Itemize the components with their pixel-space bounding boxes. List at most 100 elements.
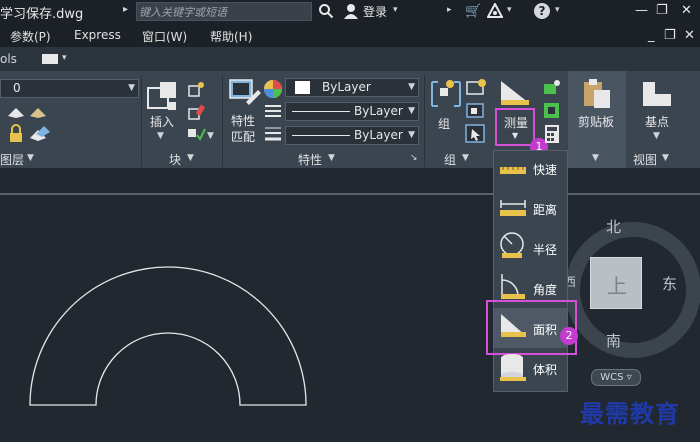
menu-item-help[interactable]: 帮助(H) [210,28,252,45]
radius-icon[interactable] [499,231,527,259]
insert-label[interactable]: 插入 [150,113,174,130]
group-panel-caret-icon[interactable]: ▼ [462,153,469,163]
id-point-icon[interactable] [542,78,562,96]
clipboard-caret-icon[interactable]: ▼ [592,153,599,163]
measure-item-area[interactable]: 面积 [533,321,557,338]
compass-east[interactable]: 东 [662,273,677,294]
measure-item-angle[interactable]: 角度 [533,281,557,298]
measure-item-quick[interactable]: 快速 [533,161,557,178]
doc-close-icon[interactable]: ✕ [684,28,695,43]
properties-launcher-icon[interactable]: ↘ [410,153,418,163]
play-arrow-icon[interactable]: ▸ [123,4,128,15]
volume-icon[interactable] [499,352,527,382]
layer-match-icon[interactable] [28,124,50,144]
distance-icon[interactable] [499,196,527,218]
measure-item-volume[interactable]: 体积 [533,361,557,378]
properties-panel-title[interactable]: 特性 [298,151,322,168]
color-wheel-icon[interactable] [263,79,283,99]
group-icon[interactable] [430,78,464,110]
lineweight-value: ByLayer [354,128,403,142]
lineweight-icon[interactable] [264,125,282,143]
edit-block-icon[interactable] [186,103,206,121]
restore-icon[interactable]: ❐ [656,3,668,18]
layer-bulb-icon[interactable] [6,104,26,120]
block-panel-caret-icon[interactable]: ▼ [187,153,194,163]
minimize-icon[interactable]: — [635,3,648,18]
search-icon[interactable] [318,3,334,19]
quick-select-icon[interactable] [542,101,562,119]
insert-caret-icon[interactable]: ▼ [157,131,164,141]
group-select-icon[interactable] [465,124,487,144]
match-properties-label[interactable]: 特性匹配 [231,113,259,145]
compass-north[interactable]: 北 [606,216,621,237]
layer-panel-title[interactable]: 图层 [0,151,24,168]
measure-caret-icon: ▼ [512,131,519,140]
lineweight-preview [292,135,350,136]
group-panel-title[interactable]: 组 [444,151,456,168]
chevron-down-icon: ▼ [408,130,415,140]
linetype-icon[interactable] [264,103,282,119]
block-panel-title[interactable]: 块 [169,151,181,168]
close-icon[interactable]: ✕ [681,3,692,18]
login-button[interactable]: 登录 [363,3,387,20]
measure-dropdown-button[interactable]: 测量 ▼ [495,108,535,146]
help-caret-icon[interactable]: ▾ [555,5,560,15]
doc-restore-icon[interactable]: ❐ [664,28,676,43]
color-dropdown[interactable]: ByLayer ▼ [285,78,419,97]
properties-panel-caret-icon[interactable]: ▼ [328,153,335,163]
paste-icon[interactable] [582,78,612,110]
doc-minimize-icon[interactable]: _ [648,28,655,43]
group-edit-icon[interactable] [465,101,487,119]
group-label[interactable]: 组 [438,115,450,132]
calculator-icon[interactable] [542,124,562,144]
layer-panel-caret-icon[interactable]: ▼ [27,153,34,163]
cart-icon[interactable]: 🛒 [465,4,481,19]
arc-shape[interactable] [0,168,490,442]
panel-separator [424,75,425,167]
layer-value: 0 [13,81,21,95]
login-caret-icon[interactable]: ▾ [393,5,398,15]
app-caret-icon[interactable]: ▾ [507,5,512,15]
quick-measure-icon[interactable] [499,155,527,177]
title-bar: 学习保存.dwg ▸ 键入关键字或短语 登录 ▾ 🛒 ▸ ▾ ? ▾ — ❐ ✕ [0,0,700,24]
viewcube-top-face[interactable]: 上 [590,257,642,309]
base-point-label[interactable]: 基点 [645,113,669,130]
tab-caret-icon[interactable]: ▾ [62,53,67,63]
menu-item-window[interactable]: 窗口(W) [142,28,187,45]
chevron-down-icon: ▼ [408,106,415,116]
cart-left-caret-icon[interactable]: ▸ [447,5,452,15]
measure-item-distance[interactable]: 距离 [533,201,557,218]
area-icon[interactable] [499,312,527,338]
view-panel-title[interactable]: 视图 [633,151,657,168]
layer-tool-icon[interactable] [28,104,48,120]
base-caret-icon[interactable]: ▼ [653,131,660,141]
autodesk-app-icon[interactable] [487,3,503,19]
block-attr-caret-icon[interactable]: ▼ [207,131,214,141]
menu-item-express[interactable]: Express [74,28,121,42]
wcs-dropdown[interactable]: WCS ▿ [591,369,641,386]
create-block-icon[interactable] [186,80,206,98]
linetype-value: ByLayer [354,104,403,118]
search-input[interactable]: 键入关键字或短语 [136,2,312,21]
tab-minimize-icon[interactable] [42,54,58,64]
linetype-dropdown[interactable]: ByLayer ▼ [285,102,419,121]
measure-icon[interactable] [499,79,531,105]
clipboard-label[interactable]: 剪贴板 [578,113,614,130]
layer-lock-icon[interactable] [6,124,26,144]
tab-partial[interactable]: ols [0,52,17,66]
help-icon[interactable]: ? [534,3,550,19]
ungroup-icon[interactable] [465,78,487,96]
match-properties-icon[interactable] [228,78,262,112]
panel-separator [141,75,142,167]
compass-south[interactable]: 南 [606,330,621,351]
view-panel-caret-icon[interactable]: ▼ [662,153,669,163]
measure-item-radius[interactable]: 半径 [533,241,557,258]
block-attribute-icon[interactable] [186,125,206,143]
user-icon[interactable] [343,3,359,19]
lineweight-dropdown[interactable]: ByLayer ▼ [285,126,419,145]
angle-icon[interactable] [499,272,527,300]
insert-block-icon[interactable] [146,80,180,112]
base-point-icon[interactable] [641,80,673,108]
menu-item-parameters[interactable]: 参数(P) [10,28,51,45]
layer-dropdown[interactable]: 0 ▼ [0,79,139,98]
